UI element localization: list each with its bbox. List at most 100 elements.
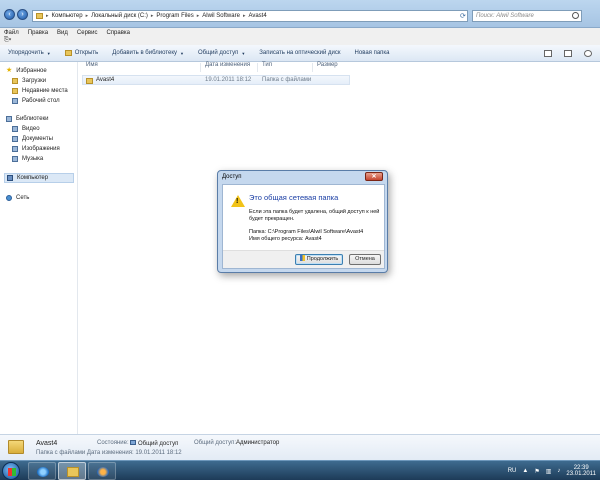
crumb-disk[interactable]: Локальный диск (C:): [91, 13, 148, 19]
menu-file[interactable]: Файл: [4, 30, 19, 36]
start-button[interactable]: [2, 462, 20, 480]
cancel-button[interactable]: Отмена: [349, 254, 381, 265]
network-tray-icon[interactable]: ▥: [546, 468, 552, 475]
computer-group: Компьютер: [4, 173, 74, 183]
refresh-icon[interactable]: ⟳: [460, 12, 466, 20]
taskbar-explorer[interactable]: [58, 462, 86, 480]
sidebar-item-computer[interactable]: Компьютер: [4, 173, 74, 183]
details-shared-value: Администратор: [236, 440, 280, 446]
crumb-computer[interactable]: Компьютер: [52, 13, 83, 19]
recent-places-icon: [12, 88, 18, 94]
volume-icon[interactable]: ♪: [557, 468, 560, 474]
details-type-line: Папка с файлами Дата изменения: 19.01.20…: [36, 450, 182, 456]
menu-help[interactable]: Справка: [106, 30, 130, 36]
crumb-alwil[interactable]: Alwil Software: [202, 13, 240, 19]
sidebar-label: Документы: [22, 136, 53, 142]
open-button[interactable]: Открыть: [64, 50, 99, 56]
clock-date: 23.01.2011: [566, 471, 596, 477]
network-group: Сеть: [6, 193, 29, 203]
flag-icon[interactable]: ⚑: [534, 468, 539, 475]
windows-logo-icon: [8, 468, 16, 476]
sidebar-item-music[interactable]: Музыка: [6, 154, 60, 164]
dialog-message: Если эта папка будет удалена, общий дост…: [249, 209, 380, 222]
menu-edit[interactable]: Правка: [28, 30, 48, 36]
new-folder-button[interactable]: Новая папка: [355, 50, 390, 56]
sidebar-item-downloads[interactable]: Загрузки: [6, 76, 68, 86]
add-library-button[interactable]: Добавить в библиотеку ▼: [112, 50, 184, 56]
menu-tools[interactable]: Сервис: [77, 30, 98, 36]
close-icon[interactable]: ✕: [365, 172, 383, 181]
organize-label: Упорядочить: [8, 50, 44, 56]
search-input[interactable]: Поиск: Alwil Software: [472, 10, 582, 22]
navigation-pane: ★ Избранное Загрузки Недавние места Рабо…: [0, 62, 78, 434]
file-type: Папка с файлами: [262, 77, 312, 83]
back-icon[interactable]: ‹: [4, 9, 15, 20]
desktop-icon: [12, 98, 18, 104]
sidebar-item-images[interactable]: Изображения: [6, 144, 60, 154]
sidebar-label: Загрузки: [22, 78, 47, 84]
add-library-label: Добавить в библиотеку: [112, 50, 178, 56]
chevron-down-icon: ▼: [180, 50, 184, 56]
menu-view[interactable]: Вид: [57, 30, 68, 36]
crumb-program-files[interactable]: Program Files: [156, 13, 193, 19]
sidebar-item-favorites[interactable]: ★ Избранное: [6, 66, 68, 76]
column-name[interactable]: Имя: [86, 62, 98, 72]
column-type[interactable]: Тип: [262, 62, 272, 72]
share-line: Имя общего ресурса: Avast4: [249, 236, 322, 242]
burn-button[interactable]: Записать на оптический диск: [259, 50, 340, 56]
dialog-body: ! Это общая сетевая папка Если эта папка…: [222, 184, 385, 269]
address-path[interactable]: ▸ Компьютер ▸ Локальный диск (C:) ▸ Prog…: [32, 10, 468, 22]
new-folder-label: Новая папка: [354, 50, 390, 56]
sidebar-item-desktop[interactable]: Рабочий стол: [6, 96, 68, 106]
taskbar-media-player[interactable]: [88, 462, 116, 480]
preview-pane-icon[interactable]: [564, 50, 572, 57]
details-pane: Avast4 Состояние: Общий доступ Общий дос…: [0, 434, 600, 460]
star-icon: ★: [6, 67, 13, 74]
folder-line: Папка: C:\Program Files\Alwil Software\A…: [249, 229, 363, 235]
shared-folder-icon: [8, 440, 24, 454]
details-status-label: Состояние:: [97, 440, 129, 446]
chevron-down-icon: ▼: [46, 50, 51, 56]
sidebar-label: Рабочий стол: [22, 98, 60, 104]
file-name: Avast4: [96, 77, 115, 83]
crumb-avast4[interactable]: Avast4: [248, 13, 266, 19]
taskbar-ie[interactable]: [28, 462, 56, 480]
sidebar-label: Видео: [22, 126, 40, 132]
share-name: Avast4: [304, 236, 322, 242]
music-icon: [12, 156, 18, 162]
downloads-icon: [12, 78, 18, 84]
view-options-icon[interactable]: [544, 50, 552, 57]
share-label: Общий доступ: [198, 50, 239, 56]
forward-icon[interactable]: ›: [17, 9, 28, 20]
view-controls: [544, 50, 592, 57]
menu-extra-icon[interactable]: ⎘▾: [4, 37, 11, 44]
open-label: Открыть: [74, 50, 99, 56]
column-date[interactable]: Дата изменения: [205, 62, 250, 72]
sidebar-item-video[interactable]: Видео: [6, 124, 60, 134]
documents-icon: [12, 136, 18, 142]
folder-label: Папка:: [249, 229, 267, 235]
libraries-group: Библиотеки Видео Документы Изображения М…: [6, 114, 60, 164]
sidebar-item-network[interactable]: Сеть: [6, 193, 29, 203]
organize-button[interactable]: Упорядочить ▼: [8, 50, 51, 56]
sidebar-item-libraries[interactable]: Библиотеки: [6, 114, 60, 124]
sidebar-label: Музыка: [22, 156, 44, 162]
uac-shield-icon: [299, 255, 305, 261]
libraries-icon: [6, 116, 12, 122]
sidebar-item-documents[interactable]: Документы: [6, 134, 60, 144]
taskbar: RU ▲ ⚑ ▥ ♪ 22:39 23.01.2011: [0, 460, 600, 480]
continue-button[interactable]: Продолжить: [295, 254, 343, 265]
sidebar-label: Избранное: [16, 68, 47, 74]
share-button[interactable]: Общий доступ ▼: [198, 50, 245, 56]
table-row[interactable]: Avast4 19.01.2011 18:12 Папка с файлами: [82, 75, 350, 85]
system-tray: RU ▲ ⚑ ▥ ♪ 22:39 23.01.2011: [508, 463, 596, 479]
tray-expand-icon[interactable]: ▲: [522, 468, 528, 474]
help-icon[interactable]: [584, 50, 592, 57]
clock[interactable]: 22:39 23.01.2011: [566, 465, 596, 477]
language-indicator[interactable]: RU: [508, 468, 517, 474]
sidebar-item-recent[interactable]: Недавние места: [6, 86, 68, 96]
menu-subbar: ⎘▾: [0, 37, 600, 45]
share-warning-dialog: Доступ ✕ ! Это общая сетевая папка Если …: [217, 170, 388, 273]
column-size[interactable]: Размер: [317, 62, 338, 72]
continue-label: Продолжить: [306, 256, 339, 262]
